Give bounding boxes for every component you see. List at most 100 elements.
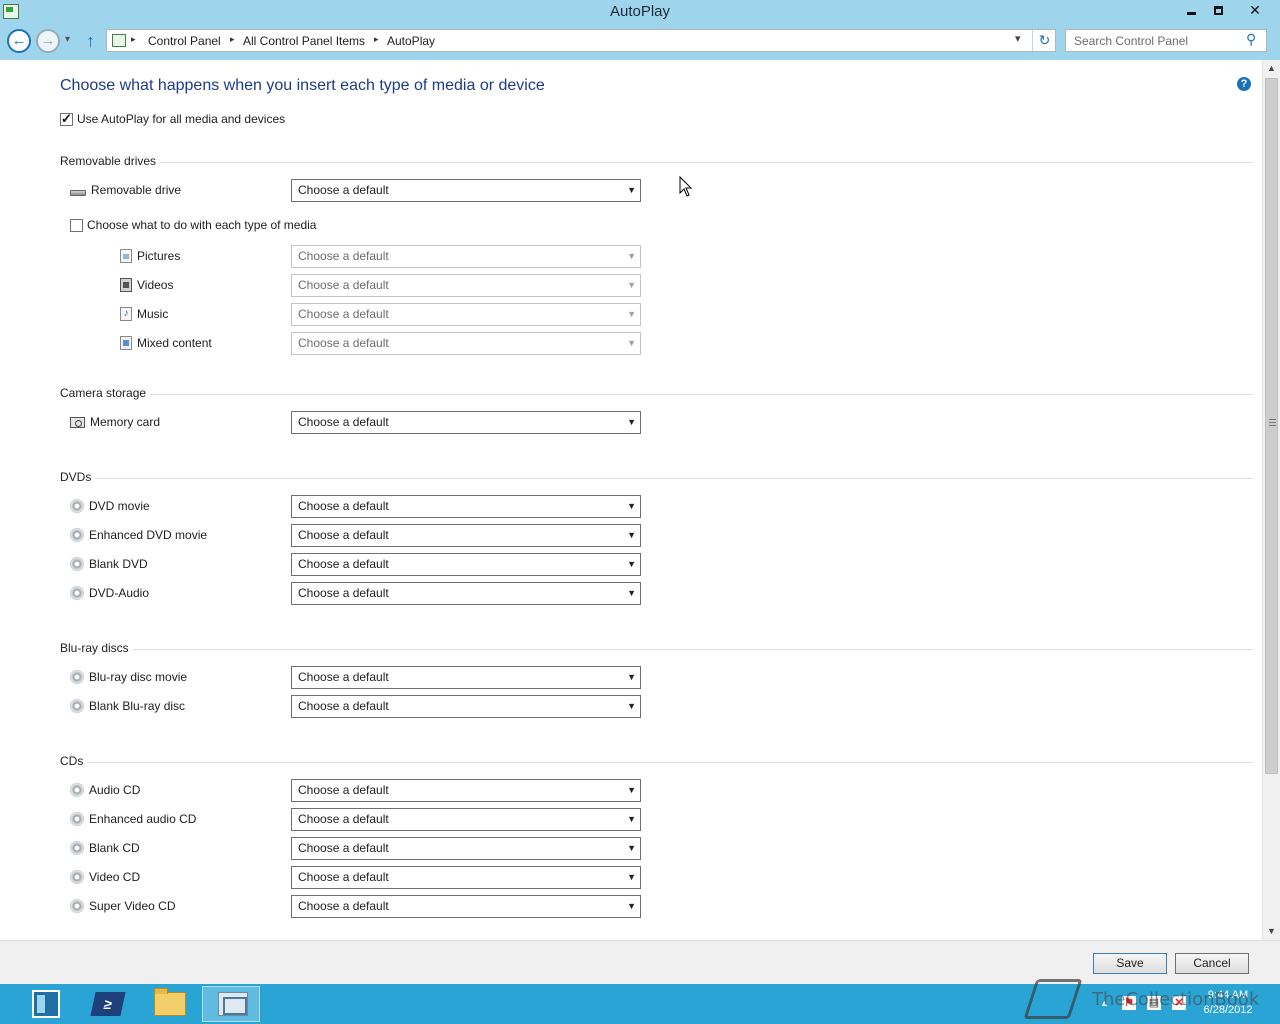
each-type-row[interactable]: Choose what to do with each type of medi… [70,218,316,232]
select-value: Choose a default [298,307,389,321]
chevron-down-icon: ▼ [627,814,636,824]
scroll-up-button[interactable]: ▲ [1263,60,1280,77]
video-cd-row: Video CD [70,866,140,888]
search-input[interactable] [1066,30,1242,51]
search-box[interactable]: ⚲ [1065,29,1267,52]
pictures-icon [120,249,132,263]
select-value: Choose a default [298,336,389,350]
chevron-down-icon: ▼ [627,901,636,911]
scroll-down-button[interactable]: ▼ [1263,923,1280,940]
section-bluray: Blu-ray discs [60,641,1253,655]
dvd-movie-select[interactable]: Choose a default ▼ [291,495,641,518]
blank-cd-select[interactable]: Choose a default ▼ [291,837,641,860]
address-dropdown-icon[interactable]: ▾ [1015,32,1021,45]
use-autoplay-checkbox[interactable] [60,111,73,127]
server-manager-icon [32,990,60,1018]
breadcrumb-separator[interactable]: ▸ [230,34,235,45]
blank-dvd-select[interactable]: Choose a default ▼ [291,553,641,576]
section-camera-storage: Camera storage [60,386,1253,400]
dvd-audio-select[interactable]: Choose a default ▼ [291,582,641,605]
section-cds: CDs [60,754,1253,768]
refresh-button[interactable]: ↻ [1032,30,1056,51]
section-title: Removable drives [60,154,161,168]
memory-card-row: Memory card [70,411,160,433]
breadcrumb-autoplay[interactable]: AutoPlay [387,34,435,48]
recent-locations-button[interactable]: ▾ [65,34,70,45]
device-label: DVD movie [89,499,150,513]
enhanced-dvd-icon [70,528,84,542]
use-autoplay-row[interactable]: Use AutoPlay for all media and devices [60,111,285,127]
vertical-scrollbar[interactable]: ▲ ▼ [1262,60,1280,940]
media-row-videos: Videos [120,274,173,296]
select-value: Choose a default [298,870,389,884]
help-icon[interactable]: ? [1237,77,1251,91]
chevron-down-icon: ▼ [627,872,636,882]
window-title: AutoPlay [609,3,671,20]
forward-button[interactable]: → [36,29,60,53]
removable-drive-select[interactable]: Choose a default ▼ [291,179,641,202]
use-autoplay-label[interactable]: Use AutoPlay for all media and devices [77,112,285,126]
taskbar-server-manager[interactable] [16,986,74,1022]
back-button[interactable]: ← [7,29,31,53]
clock-date: 6/28/2012 [1203,1004,1253,1016]
taskbar-file-explorer[interactable] [140,986,198,1022]
each-type-label[interactable]: Choose what to do with each type of medi… [87,218,316,232]
dialog-footer: Save Cancel [0,940,1280,984]
close-button[interactable]: ✕ [1233,0,1277,20]
device-label: DVD-Audio [89,586,150,600]
chevron-down-icon: ▼ [627,280,636,290]
breadcrumb-separator[interactable]: ▸ [374,34,379,45]
device-label: Blank Blu-ray disc [89,699,186,713]
super-video-cd-icon [70,899,84,913]
taskbar-powershell[interactable]: ≥ [78,986,136,1022]
save-button[interactable]: Save [1093,953,1167,974]
chevron-down-icon: ▼ [627,588,636,598]
media-row-pictures: Pictures [120,245,180,267]
enhanced-dvd-select[interactable]: Choose a default ▼ [291,524,641,547]
chevron-down-icon: ▼ [627,672,636,682]
videos-icon [120,278,132,292]
address-bar[interactable]: ▸ Control Panel ▸ All Control Panel Item… [106,29,1056,52]
audio-cd-icon [70,783,84,797]
media-label: Pictures [137,249,181,263]
breadcrumb-control-panel[interactable]: Control Panel [148,34,221,48]
memory-card-select[interactable]: Choose a default ▼ [291,411,641,434]
close-icon: ✕ [1249,2,1261,18]
device-label: Enhanced DVD movie [89,528,208,542]
media-row-mixed: Mixed content [120,332,212,354]
breadcrumb-separator[interactable]: ▸ [131,34,136,45]
blank-cd-row: Blank CD [70,837,140,859]
enhanced-audio-cd-select[interactable]: Choose a default ▼ [291,808,641,831]
bluray-movie-select[interactable]: Choose a default ▼ [291,666,641,689]
blank-bluray-select[interactable]: Choose a default ▼ [291,695,641,718]
section-divider [60,762,1253,763]
minimize-button[interactable] [1178,0,1204,20]
restore-button[interactable] [1205,0,1231,20]
search-icon[interactable]: ⚲ [1246,31,1256,48]
audio-cd-select[interactable]: Choose a default ▼ [291,779,641,802]
enhanced-audio-cd-row: Enhanced audio CD [70,808,196,830]
network-icon[interactable]: ▤ [1147,996,1161,1010]
blank-bluray-row: Blank Blu-ray disc [70,695,185,717]
section-title: CDs [60,754,88,768]
video-cd-select[interactable]: Choose a default ▼ [291,866,641,889]
restore-icon [1213,6,1223,15]
action-center-icon[interactable]: ⚑ [1122,996,1136,1010]
scroll-thumb[interactable] [1265,78,1278,774]
device-label: Audio CD [89,783,141,797]
each-type-checkbox[interactable] [70,218,83,232]
show-hidden-icons-button[interactable]: ▲ [1100,998,1109,1008]
clock-time: 9:44 AM [1207,989,1249,1001]
breadcrumb-all-items[interactable]: All Control Panel Items [243,34,365,48]
super-video-cd-select[interactable]: Choose a default ▼ [291,895,641,918]
media-row-music: ♪ Music [120,303,168,325]
enhanced-dvd-row: Enhanced DVD movie [70,524,207,546]
volume-icon[interactable]: ✕ [1172,996,1186,1010]
chevron-down-icon: ▼ [627,417,636,427]
super-video-cd-row: Super Video CD [70,895,176,917]
up-button[interactable]: ↑ [86,31,95,52]
system-clock[interactable]: 9:44 AM 6/28/2012 [1196,988,1260,1018]
taskbar-control-panel[interactable] [202,986,260,1022]
section-title: Blu-ray discs [60,641,133,655]
cancel-button[interactable]: Cancel [1175,953,1249,974]
